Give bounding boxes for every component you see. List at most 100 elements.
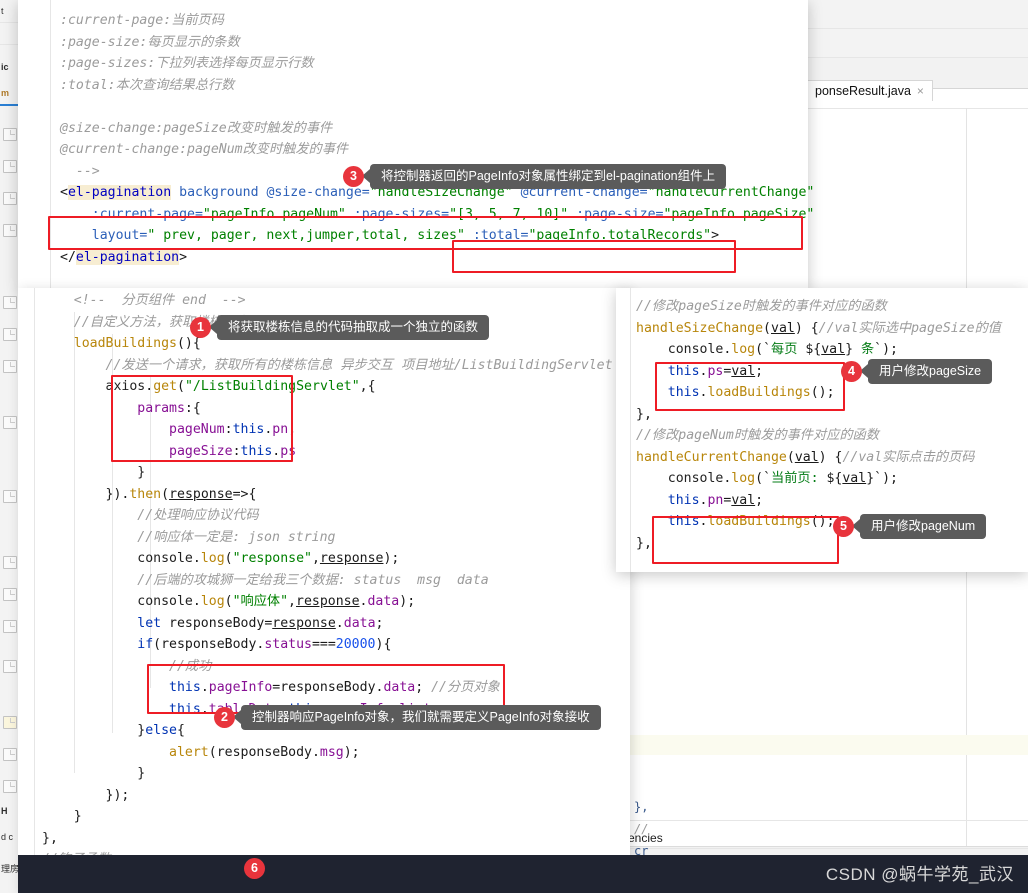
code-token: :page-sizes:下拉列表选择每页显示行数 xyxy=(60,56,314,71)
file-icon[interactable] xyxy=(3,490,17,503)
file-icon[interactable] xyxy=(3,360,17,373)
file-icon[interactable] xyxy=(3,748,17,761)
code-token: }, xyxy=(636,406,652,422)
file-icon[interactable] xyxy=(3,160,17,173)
callout-number-badge: 5 xyxy=(833,515,854,537)
code-token: ps xyxy=(280,443,297,459)
code-token: ) { xyxy=(794,320,819,336)
code-line: :current-page="pageInfo.pageNum" :page-s… xyxy=(60,204,815,226)
code-line: //处理响应协议代码 xyxy=(42,505,613,527)
code-token: handleSizeChange xyxy=(636,320,764,336)
code-token: "响应体" xyxy=(232,594,289,609)
callout-1: 1 将获取楼栋信息的代码抽取成一个独立的函数 xyxy=(190,314,490,340)
code-line: this.pageInfo=responseBody.data; //分页对象 xyxy=(42,677,613,699)
file-icon[interactable] xyxy=(3,328,17,341)
code-token: ,{ xyxy=(359,379,376,394)
code-token: log xyxy=(731,342,756,357)
tab-response-result-java[interactable]: ponseResult.java × xyxy=(806,80,933,101)
code-token: ( xyxy=(177,379,185,394)
file-icon[interactable] xyxy=(3,588,17,601)
code-line: let responseBody=response.data; xyxy=(42,613,613,635)
file-icon[interactable] xyxy=(3,128,17,141)
code-token: (` xyxy=(755,471,772,486)
code-token: ); xyxy=(399,594,416,609)
code-token: ; xyxy=(755,492,764,508)
rail-label-3: H xyxy=(1,806,8,816)
code-token: this xyxy=(667,492,700,508)
load-buildings-code-panel: <!-- 分页组件 end --> //自定义方法，获取楼栋列表 loadBui… xyxy=(18,288,630,893)
file-icon-selected[interactable] xyxy=(3,716,17,729)
screenshot-root: ponseResult.java × encies t ic m H d c 理… xyxy=(0,0,1028,893)
code-token: this xyxy=(240,443,273,459)
code-token: el-pagination xyxy=(75,249,180,265)
code-token: ; xyxy=(755,363,764,379)
callout-3: 3 将控制器返回的PageInfo对象属性绑定到el-pagination组件上 xyxy=(343,163,727,189)
code-line: //修改pageNum时触发的事件对应的函数 xyxy=(636,425,1001,447)
code-token: val xyxy=(821,342,846,357)
code-token: ){ xyxy=(375,637,392,652)
code-token: //成功 xyxy=(42,658,212,674)
file-icon[interactable] xyxy=(3,296,17,309)
code-token: --> xyxy=(60,163,100,179)
code-token: val xyxy=(771,320,795,336)
code-token: :current-page= xyxy=(91,206,203,222)
code-line: </el-pagination> xyxy=(60,247,814,269)
code-token: "pageInfo.totalRecords" xyxy=(528,228,712,243)
code-token: ; xyxy=(375,615,384,631)
rail-selection-accent xyxy=(0,104,18,106)
bg-code-1: // xyxy=(634,822,649,836)
code-line: <!-- 分页组件 end --> xyxy=(42,290,613,312)
code-token: =>{ xyxy=(232,486,257,502)
close-icon[interactable]: × xyxy=(917,84,924,98)
code-token: val xyxy=(731,492,756,508)
code-line: //成功 xyxy=(42,656,613,678)
code-token: ( xyxy=(763,320,771,336)
code-token: }, xyxy=(636,535,652,551)
file-icon[interactable] xyxy=(3,556,17,569)
code-token: } xyxy=(866,471,875,486)
code-token: , xyxy=(312,551,320,566)
code-token: (responseBody. xyxy=(153,637,265,652)
file-icon[interactable] xyxy=(3,620,17,633)
code-token: <!-- 分页组件 end --> xyxy=(42,293,246,308)
code-line: layout=" prev, pager, next,jumper,total,… xyxy=(60,225,814,247)
code-token: log xyxy=(200,551,225,566)
file-icon[interactable] xyxy=(3,780,17,793)
code-token: this xyxy=(232,422,265,437)
code-token: val xyxy=(842,471,867,486)
code-token: pageInfo xyxy=(208,680,273,695)
callout-5: 5 用户修改pageNum xyxy=(833,513,987,539)
code-token: ( xyxy=(161,486,170,502)
file-icon[interactable] xyxy=(3,660,17,673)
code-token: pn xyxy=(707,492,724,508)
code-token: log xyxy=(731,471,756,486)
file-icon[interactable] xyxy=(3,224,17,237)
code-token: }). xyxy=(42,486,130,502)
code-line: }).then(response=>{ xyxy=(42,484,613,506)
tab-label: ponseResult.java xyxy=(815,84,911,98)
code-line: :current-page:当前页码 xyxy=(60,10,814,32)
code-token: pageSize xyxy=(169,443,233,459)
file-icon[interactable] xyxy=(3,192,17,205)
code-token: this xyxy=(667,385,700,400)
code-token: this xyxy=(169,701,201,717)
code-token: : xyxy=(224,422,233,437)
code-token: //修改pageSize时触发的事件对应的函数 xyxy=(636,299,887,314)
code-token: response xyxy=(169,486,233,502)
code-token: </ xyxy=(60,249,76,265)
rail-sep-2 xyxy=(0,44,18,45)
code-token: < xyxy=(60,185,68,200)
code-token: let xyxy=(137,615,162,631)
code-token: . xyxy=(192,551,201,566)
code-token: :current-page:当前页码 xyxy=(60,13,224,28)
file-icon[interactable] xyxy=(3,416,17,429)
code-token: (responseBody. xyxy=(208,744,320,760)
code-token: : xyxy=(232,443,241,459)
code-token: }); xyxy=(42,787,130,803)
